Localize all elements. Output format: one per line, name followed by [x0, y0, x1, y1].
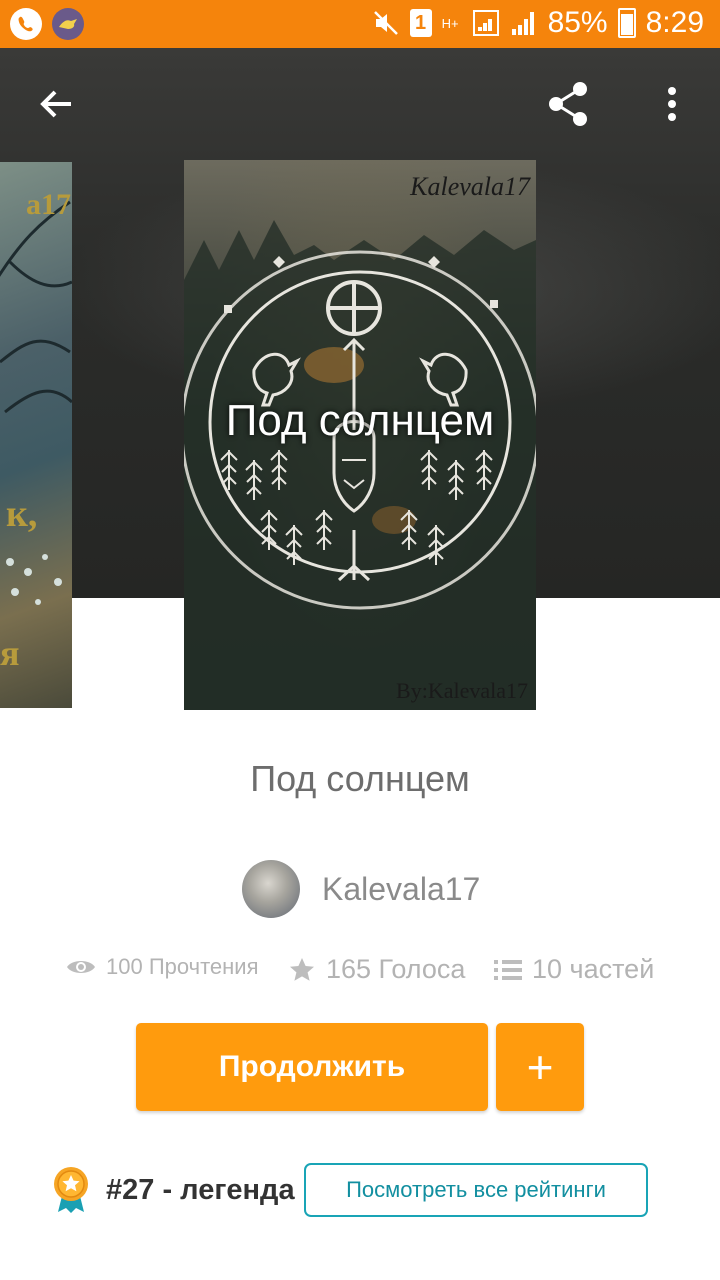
share-button[interactable]	[540, 76, 596, 132]
more-options-button[interactable]	[644, 76, 700, 132]
votes-count: 165 Голоса	[326, 954, 466, 984]
network-type: H+	[441, 15, 459, 31]
story-title: Под солнцем	[250, 758, 470, 799]
cover-signature: Kalevala17	[410, 172, 530, 201]
sim-indicator: 1	[409, 9, 432, 37]
add-to-library-button[interactable]: +	[496, 1023, 584, 1111]
previous-story-cover[interactable]: a17 к, я	[0, 162, 72, 708]
reads-stat: 100 Прочтения	[66, 954, 259, 980]
parts-stat[interactable]: 10 частей	[494, 954, 654, 985]
signal-icon-2	[510, 9, 538, 37]
back-button[interactable]	[28, 76, 84, 132]
signal-icon-1	[472, 9, 500, 37]
reads-count: 100 Прочтения	[106, 954, 259, 979]
clock: 8:29	[645, 6, 704, 39]
cover-title: Под солнцем	[225, 396, 495, 445]
status-bar: 1 H+ 85% 8:29	[0, 0, 720, 48]
mute-icon	[372, 9, 400, 37]
ranking-row: #27 - легенда	[52, 1166, 295, 1214]
tree-branches-art	[0, 200, 72, 605]
parts-count[interactable]: 10 частей	[532, 954, 654, 985]
battery-percent: 85%	[547, 6, 608, 39]
votes-stat: 165 Голоса	[288, 954, 465, 985]
view-all-rankings-button[interactable]: Посмотреть все рейтинги	[304, 1163, 648, 1217]
app-notification-icon	[52, 8, 84, 40]
list-icon	[494, 959, 522, 980]
battery-icon	[617, 8, 636, 38]
ranking-label: #27 - легенда	[106, 1173, 295, 1206]
story-stats: 100 Прочтения 165 Голоса 10 частей	[0, 954, 720, 998]
eye-icon	[67, 961, 95, 973]
continue-reading-button[interactable]: Продолжить	[136, 1023, 488, 1111]
author-link[interactable]: Kalevala17	[242, 860, 480, 918]
share-icon	[549, 82, 587, 126]
back-arrow-icon	[40, 90, 71, 118]
author-name[interactable]: Kalevala17	[322, 871, 480, 908]
ranking-medal-icon	[54, 1167, 88, 1213]
top-bar	[0, 48, 720, 160]
author-avatar[interactable]	[242, 860, 300, 918]
star-icon	[290, 957, 314, 981]
viber-icon	[10, 8, 42, 40]
story-cover[interactable]: Kalevala17 Под солнцем By:Kalevala17	[184, 160, 536, 710]
cover-byline: By:Kalevala17	[396, 678, 528, 703]
more-vertical-icon	[668, 87, 676, 121]
